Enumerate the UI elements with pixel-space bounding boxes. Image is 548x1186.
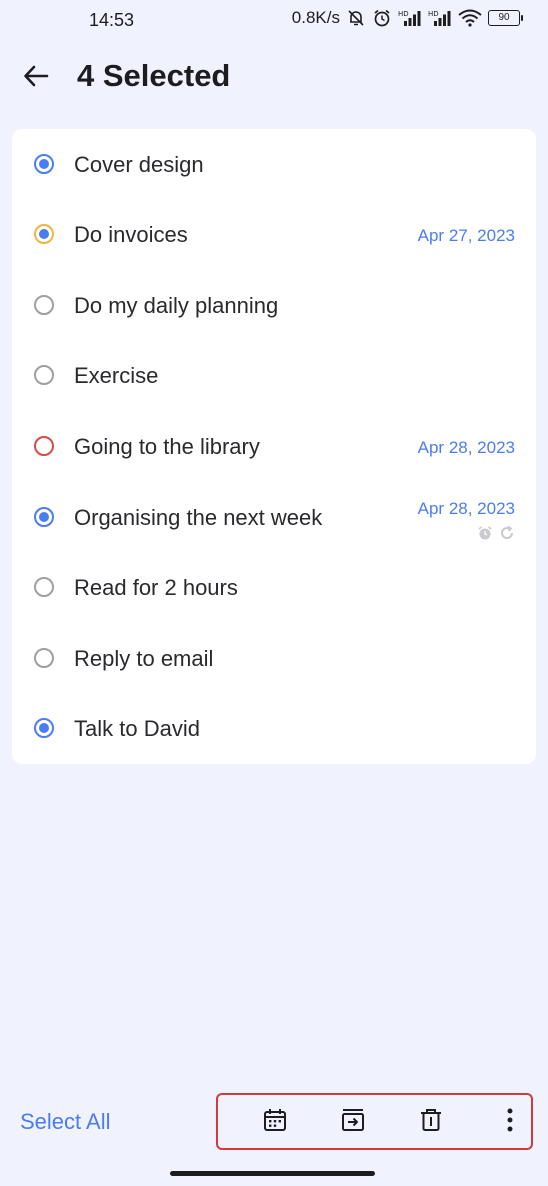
task-item-organising[interactable]: Organising the next week Apr 28, 2023	[12, 483, 536, 553]
task-item-cover-design[interactable]: Cover design	[12, 130, 536, 200]
task-due-date: Apr 28, 2023	[417, 499, 515, 518]
repeat-icon	[499, 525, 515, 546]
wifi-icon	[458, 9, 482, 27]
alarm-icon	[477, 525, 493, 546]
task-label: Going to the library	[74, 434, 260, 459]
task-item-talk-david[interactable]: Talk to David	[12, 694, 536, 764]
task-meta-icons	[477, 525, 515, 546]
header: 4 Selected	[0, 50, 548, 106]
task-checkbox[interactable]	[34, 436, 54, 456]
task-item-exercise[interactable]: Exercise	[12, 341, 536, 411]
home-indicator[interactable]	[170, 1171, 375, 1176]
hd-signal-icon: HD	[428, 9, 452, 27]
task-checkbox[interactable]	[34, 224, 54, 244]
svg-text:HD: HD	[398, 10, 409, 18]
task-checkbox[interactable]	[34, 577, 54, 597]
task-item-do-invoices[interactable]: Do invoices Apr 27, 2023	[12, 200, 536, 270]
status-bar: 14:53 0.8K/s HD HD 90	[0, 0, 548, 42]
move-to-list-icon	[340, 1107, 366, 1138]
task-due-date: Apr 27, 2023	[417, 226, 515, 245]
task-item-daily-planning[interactable]: Do my daily planning	[12, 271, 536, 341]
task-checkbox[interactable]	[34, 648, 54, 668]
battery-icon: 90	[488, 10, 523, 26]
batch-action-toolbar	[216, 1093, 533, 1150]
task-item-library[interactable]: Going to the library Apr 28, 2023	[12, 412, 536, 482]
task-checkbox[interactable]	[34, 295, 54, 315]
bell-off-icon	[346, 8, 366, 28]
move-to-list-button[interactable]	[338, 1107, 368, 1137]
status-time: 14:53	[89, 10, 135, 30]
task-label: Cover design	[74, 152, 204, 177]
status-icons: 0.8K/s HD HD 90	[291, 8, 523, 28]
task-item-reply-email[interactable]: Reply to email	[12, 624, 536, 694]
delete-button[interactable]	[416, 1107, 446, 1137]
alarm-icon	[372, 8, 392, 28]
calendar-icon	[262, 1107, 288, 1138]
trash-icon	[418, 1107, 444, 1138]
task-label: Exercise	[74, 363, 159, 388]
back-button[interactable]	[20, 62, 52, 94]
task-item-read[interactable]: Read for 2 hours	[12, 553, 536, 623]
task-label: Reply to email	[74, 646, 214, 671]
arrow-left-icon	[22, 62, 50, 95]
set-date-button[interactable]	[260, 1107, 290, 1137]
task-label: Talk to David	[74, 716, 200, 741]
more-vertical-icon	[505, 1107, 515, 1138]
task-checkbox[interactable]	[34, 507, 54, 527]
hd-signal-icon: HD	[398, 9, 422, 27]
svg-text:HD: HD	[428, 10, 439, 18]
task-due-date: Apr 28, 2023	[417, 438, 515, 457]
task-checkbox[interactable]	[34, 365, 54, 385]
page-title: 4 Selected	[77, 58, 231, 93]
select-all-button[interactable]: Select All	[20, 1109, 111, 1135]
task-checkbox[interactable]	[34, 718, 54, 738]
network-speed: 0.8K/s	[291, 8, 340, 27]
task-label: Do invoices	[74, 222, 188, 247]
task-checkbox[interactable]	[34, 154, 54, 174]
task-label: Do my daily planning	[74, 293, 279, 318]
task-label: Read for 2 hours	[74, 575, 238, 600]
task-list: Cover design Do invoices Apr 27, 2023 Do…	[12, 129, 536, 764]
more-options-button[interactable]	[495, 1107, 525, 1137]
task-label: Organising the next week	[74, 505, 323, 530]
